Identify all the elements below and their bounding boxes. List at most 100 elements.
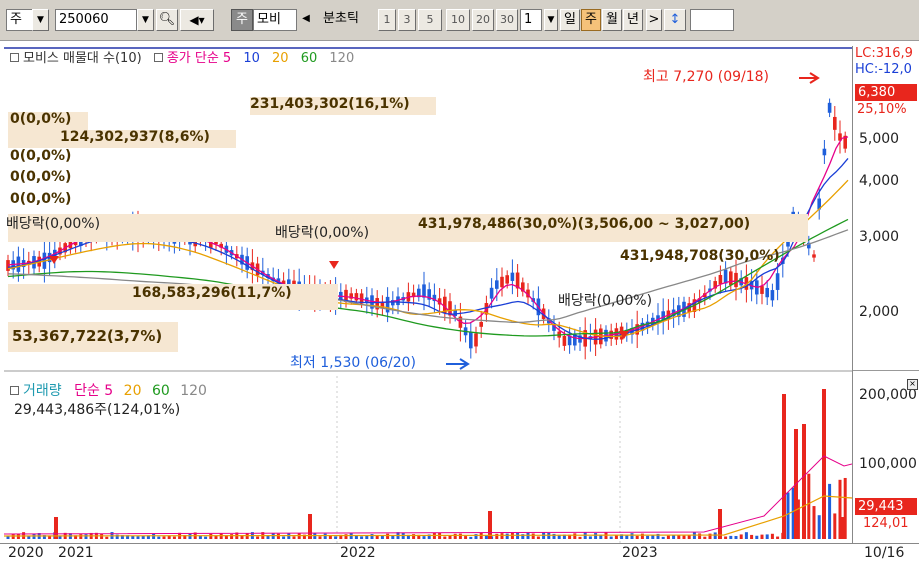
volume-bar xyxy=(833,513,837,539)
scale-toggle-icon[interactable]: ↕ xyxy=(664,9,686,31)
low-arrow-icon xyxy=(446,358,470,370)
interval-button[interactable]: 20 xyxy=(472,9,494,31)
chart-toolbar: 주 ▼ 250060 ▼ 🔍︎ ◀▾ 주 모비 ◀ 분초틱 1 ▼ > ↕ 13… xyxy=(0,0,919,41)
volume-bar xyxy=(770,533,774,539)
period-tab[interactable]: 주 xyxy=(581,9,601,31)
legend-square-icon xyxy=(10,386,19,395)
volume-bar xyxy=(713,532,717,539)
y-tick-label: 5,000 xyxy=(859,131,900,147)
volume-profile-label: 0(0,0%) xyxy=(10,111,72,127)
interval-button[interactable]: 30 xyxy=(496,9,518,31)
candlestick xyxy=(479,321,483,327)
volume-bar xyxy=(318,536,322,539)
volume-bar xyxy=(375,535,379,539)
code-dropdown-icon[interactable]: ▼ xyxy=(137,9,154,31)
panel-close-icon[interactable]: × xyxy=(907,379,918,390)
x-axis-label: 2022 xyxy=(340,545,376,561)
volume-bar xyxy=(204,536,208,539)
volume-value-text: 29,443,486주(124,01%) xyxy=(14,402,181,418)
volume-bar xyxy=(11,534,15,539)
volume-bar xyxy=(230,534,234,539)
candlestick xyxy=(385,296,390,313)
period-dropdown-icon[interactable]: ▼ xyxy=(32,9,49,31)
candlestick xyxy=(489,287,494,299)
volume-bar xyxy=(646,535,650,539)
volume-bar xyxy=(651,535,655,539)
volume-bar xyxy=(209,533,213,539)
search-icon[interactable]: 🔍︎ xyxy=(156,9,178,31)
volume-bar xyxy=(136,536,140,539)
volume-bar xyxy=(458,533,462,539)
volume-bar xyxy=(609,536,613,539)
candlestick xyxy=(469,332,473,349)
prev-arrow-icon[interactable]: ◀ xyxy=(299,9,313,31)
candlestick xyxy=(760,286,764,294)
volume-bar xyxy=(516,533,520,539)
period-tab[interactable]: 년 xyxy=(623,9,643,31)
count-input[interactable]: 1 xyxy=(520,9,542,31)
volume-bar xyxy=(391,535,395,539)
legend-square-icon xyxy=(153,53,163,62)
volume-bar xyxy=(386,533,390,539)
volume-bar xyxy=(594,533,598,539)
y-tick-label: 2,000 xyxy=(859,304,900,320)
volume-bar xyxy=(6,536,10,539)
volume-bar xyxy=(708,533,712,539)
volume-bar xyxy=(105,536,109,539)
volume-bar xyxy=(744,532,748,539)
current-change-pct: 25,10% xyxy=(857,102,907,117)
period-tab[interactable]: 월 xyxy=(602,9,622,31)
period-tab[interactable]: 일 xyxy=(560,9,580,31)
candlestick xyxy=(6,260,10,271)
volume-bar xyxy=(256,536,260,539)
volume-bar xyxy=(682,535,686,539)
candlestick xyxy=(510,272,515,281)
stock-code-input[interactable]: 250060 xyxy=(55,9,137,31)
interval-button[interactable]: 3 xyxy=(398,9,416,31)
price-y-axis[interactable]: LC:316,9 HC:-12,0 6,380 25,10% 5,000 4,0… xyxy=(852,46,919,543)
volume-bar xyxy=(500,533,504,539)
volume-bar xyxy=(640,533,644,539)
volume-bar xyxy=(840,517,844,539)
interval-button[interactable]: 5 xyxy=(418,9,442,31)
volume-bar xyxy=(614,535,618,539)
volume-bar xyxy=(635,535,639,539)
next-button[interactable]: > xyxy=(646,9,662,31)
count-dropdown-icon[interactable]: ▼ xyxy=(544,9,558,31)
volume-bar xyxy=(360,536,364,539)
volume-ma5-line xyxy=(3,455,853,535)
candlestick xyxy=(822,148,827,156)
volume-bar xyxy=(276,533,280,539)
candlestick xyxy=(765,287,769,298)
interval-options[interactable]: 분초틱 xyxy=(312,9,370,31)
volume-bar xyxy=(531,533,535,539)
interval-button[interactable]: 1 xyxy=(378,9,396,31)
interval-button[interactable]: 10 xyxy=(446,9,470,31)
volume-bar xyxy=(157,536,161,539)
volume-bar xyxy=(453,533,457,539)
speaker-icon[interactable]: ◀▾ xyxy=(180,9,214,31)
toolbar-extra-input[interactable] xyxy=(690,9,734,31)
volume-value-tag: 29,443 xyxy=(855,498,917,515)
volume-bar xyxy=(79,534,83,539)
stock-name-field[interactable]: 모비 xyxy=(253,9,297,31)
candlestick xyxy=(354,293,359,301)
volume-bar xyxy=(739,534,743,539)
volume-bar xyxy=(370,534,374,539)
volume-bar xyxy=(334,536,338,539)
volume-bar xyxy=(755,535,759,539)
volume-ma-60: 60 xyxy=(151,383,170,399)
volume-bar xyxy=(484,535,488,539)
volume-bar xyxy=(786,492,790,539)
volume-bar xyxy=(84,534,88,539)
ma-period-20: 20 xyxy=(272,51,289,66)
volume-bar xyxy=(578,536,582,539)
volume-profile-label: 431,948,708(30,0%) xyxy=(620,248,780,264)
volume-bar xyxy=(464,536,468,539)
volume-bar xyxy=(323,533,327,539)
candlestick xyxy=(500,276,504,288)
volume-legend-title: 거래량 xyxy=(23,383,62,399)
x-axis: 2020 2021 2022 2023 10/16 xyxy=(0,543,919,569)
low-price-annotation: 최저 1,530 (06/20) xyxy=(290,355,417,371)
volume-bar xyxy=(547,532,551,539)
